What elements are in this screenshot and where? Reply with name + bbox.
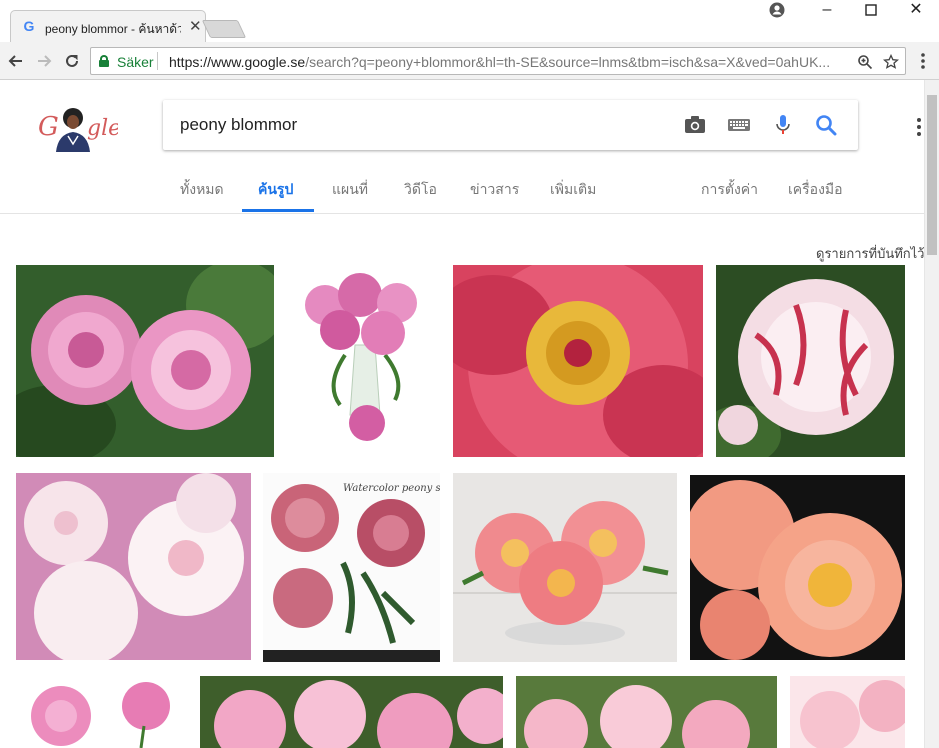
star-bookmark-icon[interactable] [881, 52, 901, 72]
browser-toolbar: Säker https://www.google.se/search?q=peo… [0, 42, 939, 80]
google-header: G gle ทั้งหมด ค้นรูป แผนที่ วิดีโอ ข่าวส… [0, 80, 924, 214]
new-tab-button[interactable] [201, 20, 247, 38]
svg-text:G: G [38, 112, 59, 142]
image-result[interactable]: Watercolor peony set [263, 473, 440, 662]
image-result[interactable] [200, 676, 503, 748]
close-window-icon[interactable]: ✕ [893, 0, 939, 22]
scrollbar-thumb[interactable] [927, 95, 937, 255]
image-result[interactable] [516, 676, 777, 748]
svg-text:gle: gle [87, 116, 118, 141]
profile-icon[interactable] [754, 0, 800, 22]
search-icon[interactable] [813, 112, 839, 138]
watermark-text: Watercolor peony set [343, 483, 440, 494]
page-scrollbar[interactable] [924, 80, 939, 748]
image-result[interactable] [16, 676, 186, 748]
settings-link[interactable]: การตั้งค่า [701, 179, 758, 201]
browser-tab[interactable]: G peony blommor - ค้นหาด้วย Google ✕ [10, 10, 206, 42]
zoom-icon[interactable] [855, 52, 875, 72]
image-result[interactable] [716, 265, 905, 457]
minimize-icon[interactable]: – [804, 0, 850, 22]
image-result[interactable] [453, 473, 677, 662]
back-arrow-icon[interactable] [5, 50, 27, 72]
lock-icon [99, 55, 109, 67]
title-bar: G peony blommor - ค้นหาด้วย Google ✕ – ✕ [0, 0, 939, 42]
camera-icon[interactable] [682, 112, 708, 138]
tab-videos[interactable]: วิดีโอ [404, 179, 437, 201]
browser-menu-icon[interactable] [912, 50, 934, 72]
image-result[interactable] [790, 676, 905, 748]
keyboard-icon[interactable] [726, 112, 752, 138]
google-favicon-icon: G [23, 18, 35, 34]
apps-menu-icon[interactable] [917, 118, 921, 139]
address-bar[interactable]: Säker https://www.google.se/search?q=peo… [90, 47, 906, 75]
maximize-icon[interactable] [848, 0, 894, 22]
search-box [163, 100, 858, 150]
tab-maps[interactable]: แผนที่ [332, 179, 368, 201]
image-result[interactable] [453, 265, 703, 457]
url-text[interactable]: https://www.google.se/search?q=peony+blo… [169, 54, 841, 70]
image-result[interactable] [690, 475, 905, 660]
image-result[interactable] [16, 473, 251, 660]
image-result[interactable] [285, 265, 440, 457]
tab-images[interactable]: ค้นรูป [258, 179, 293, 201]
tools-link[interactable]: เครื่องมือ [788, 179, 843, 201]
reload-icon[interactable] [61, 50, 83, 72]
search-input[interactable] [180, 113, 660, 137]
google-doodle-logo[interactable]: G gle [38, 100, 121, 152]
url-path: /search?q=peony+blommor&hl=th-SE&source=… [305, 54, 831, 70]
saved-items-link[interactable]: ดูรายการที่บันทึกไว้ [816, 243, 924, 264]
url-host: https://www.google.se [169, 54, 306, 70]
active-tab-indicator [242, 209, 314, 212]
secure-label: Säker [117, 54, 154, 70]
forward-arrow-icon[interactable] [33, 50, 55, 72]
tab-more[interactable]: เพิ่มเติม [550, 179, 596, 201]
image-result[interactable] [16, 265, 274, 457]
tab-news[interactable]: ข่าวสาร [470, 179, 519, 201]
close-tab-icon[interactable]: ✕ [189, 17, 202, 35]
tab-title: peony blommor - ค้นหาด้วย Google [45, 22, 181, 36]
mic-icon[interactable] [770, 112, 796, 138]
tab-all[interactable]: ทั้งหมด [180, 179, 224, 201]
